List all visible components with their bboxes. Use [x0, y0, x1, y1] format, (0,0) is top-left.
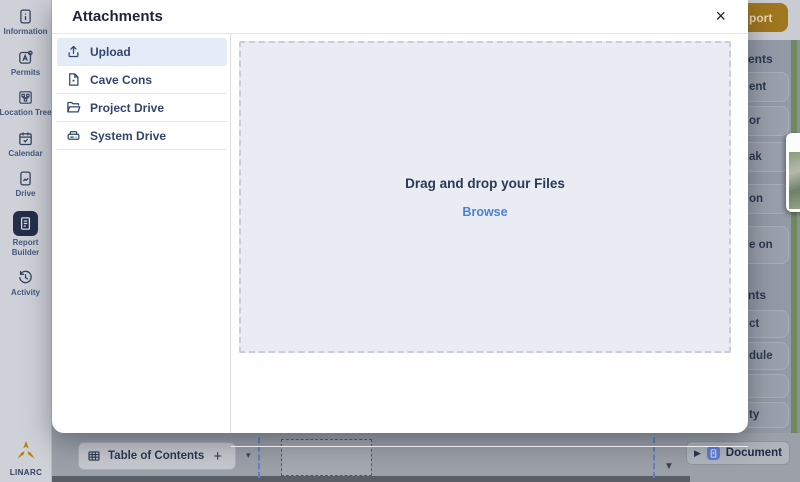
panel-section-heading: nts [748, 288, 766, 302]
activity-icon [19, 270, 32, 284]
image-preview-card [786, 133, 800, 212]
nav-item-label: Cave Cons [90, 72, 153, 87]
panel-section-heading: ents [748, 52, 773, 66]
document-icon [706, 446, 720, 460]
modal-content: Drag and drop your Files Browse [231, 34, 748, 447]
report-action-label: port [749, 10, 773, 25]
sidebar-item-report-builder[interactable]: Report Builder [0, 210, 52, 257]
hard-drive-icon [67, 131, 80, 140]
table-icon [88, 451, 100, 461]
modal-header: Attachments × [52, 0, 748, 34]
nav-item-upload[interactable]: Upload [57, 38, 227, 66]
placeholder-block [281, 439, 372, 476]
expand-arrow-icon: ▶ [694, 447, 701, 458]
plus-icon: + [213, 447, 223, 465]
sidebar-item-permits[interactable]: Permits [0, 49, 52, 78]
panel-card-label: ty [749, 408, 760, 421]
panel-card-label: dule [749, 349, 773, 362]
folder-icon [67, 101, 81, 113]
file-dropzone[interactable]: Drag and drop your Files Browse [239, 41, 731, 353]
report-builder-icon [13, 210, 38, 236]
browse-link[interactable]: Browse [462, 205, 507, 219]
main-sidebar: Information Permits Location Tree Calend… [0, 0, 52, 482]
nav-item-label: Project Drive [90, 100, 165, 115]
attachment-source-nav: Upload Cave Cons Project Drive System Dr… [52, 34, 231, 433]
editor-bottom-edge [52, 476, 690, 482]
linarc-logo: LINARC [0, 439, 52, 477]
file-icon [69, 73, 79, 86]
sidebar-item-calendar[interactable]: Calendar [0, 130, 52, 159]
permits-icon [19, 50, 33, 64]
drive-icon [20, 171, 31, 186]
close-icon[interactable]: × [715, 5, 726, 27]
modal-footer-divider [231, 446, 748, 447]
margin-guide-line [653, 437, 655, 478]
table-of-contents-button[interactable]: Table of Contents + [78, 442, 236, 470]
scroll-down-icon[interactable]: ▼ [664, 461, 674, 472]
dropzone-title: Drag and drop your Files [405, 175, 565, 191]
document-label: Document [725, 447, 782, 459]
calendar-icon [19, 132, 32, 145]
nav-item-system-drive[interactable]: System Drive [57, 122, 227, 150]
panel-card-label: or [749, 114, 761, 127]
toc-label: Table of Contents [108, 450, 205, 462]
panel-card-label: ent [749, 80, 767, 93]
location-tree-icon [19, 91, 32, 104]
sidebar-item-location-tree[interactable]: Location Tree [0, 89, 52, 118]
nav-item-cave-cons[interactable]: Cave Cons [57, 66, 227, 94]
nav-item-project-drive[interactable]: Project Drive [57, 94, 227, 122]
nav-item-label: Upload [90, 44, 131, 59]
linarc-logo-icon [17, 440, 35, 459]
attachments-modal: Attachments × Upload Cave Cons Project D… [52, 0, 748, 447]
chevron-down-icon[interactable]: ▾ [246, 450, 251, 461]
panel-card-label: e on [749, 238, 773, 251]
modal-body: Upload Cave Cons Project Drive System Dr… [52, 34, 748, 447]
linarc-logo-text: LINARC [9, 468, 43, 477]
modal-title: Attachments [72, 8, 163, 25]
sidebar-item-information[interactable]: Information [0, 8, 52, 37]
panel-card-label: ak [749, 150, 762, 163]
sidebar-item-drive[interactable]: Drive [0, 170, 52, 199]
image-thumbnail [789, 152, 800, 209]
nav-item-label: System Drive [90, 128, 167, 143]
document-button[interactable]: ▶ Document [686, 441, 790, 465]
margin-guide-line [258, 437, 260, 478]
sidebar-item-activity[interactable]: Activity [0, 269, 52, 298]
upload-icon [68, 45, 79, 58]
app-screen: port ents ent or ak on e on nts ct dule … [0, 0, 800, 482]
panel-card-label: ct [749, 317, 760, 330]
information-icon [20, 9, 31, 24]
panel-card-label: on [749, 192, 764, 205]
